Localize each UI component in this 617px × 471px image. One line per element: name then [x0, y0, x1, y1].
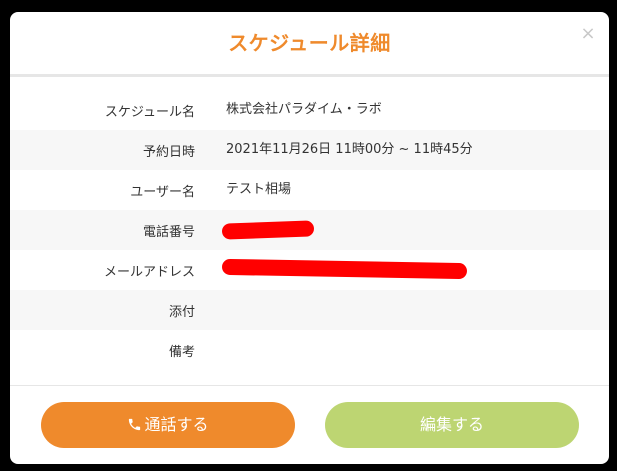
row-label: 予約日時 [142, 144, 195, 160]
row-label: 添付 [168, 304, 195, 320]
call-button-label: 通話する [144, 415, 209, 434]
row-value-email [221, 250, 609, 290]
row-label: メールアドレス [103, 264, 195, 280]
detail-row-schedule-name: スケジュール名 株式会社パラダイム・ラボ [10, 90, 609, 130]
edit-button-label: 編集する [419, 415, 484, 434]
row-label: ユーザー名 [130, 184, 195, 200]
detail-row-phone: 電話番号 [10, 210, 609, 250]
redaction-mark [221, 258, 468, 280]
row-value: 2021年11月26日 11時00分 ~ 11時45分 [226, 142, 473, 157]
row-label: スケジュール名 [104, 104, 195, 120]
footer-divider [10, 385, 609, 386]
phone-icon [129, 418, 141, 431]
detail-row-reservation-datetime: 予約日時 2021年11月26日 11時00分 ~ 11時45分 [10, 130, 609, 170]
row-value: 株式会社パラダイム・ラボ [226, 102, 382, 117]
row-label: 備考 [168, 344, 195, 360]
row-value: テスト相場 [226, 182, 292, 197]
call-button[interactable]: 通話する [41, 402, 295, 448]
detail-row-notes: 備考 [10, 330, 609, 370]
detail-row-user-name: ユーザー名 テスト相場 [10, 170, 609, 210]
modal-title: スケジュール詳細 [228, 31, 391, 55]
redaction-mark [221, 220, 315, 240]
row-label: 電話番号 [142, 224, 195, 240]
row-value [226, 330, 609, 370]
modal-header: スケジュール詳細 × [10, 12, 609, 77]
row-value-phone [221, 210, 609, 250]
detail-table: スケジュール名 株式会社パラダイム・ラボ 予約日時 2021年11月26日 11… [10, 90, 609, 370]
detail-row-attachment: 添付 [10, 290, 609, 330]
edit-button[interactable]: 編集する [325, 402, 579, 448]
detail-row-email: メールアドレス [10, 250, 609, 290]
schedule-detail-modal: スケジュール詳細 × スケジュール名 株式会社パラダイム・ラボ 予約日時 202… [10, 12, 609, 464]
row-value [226, 290, 609, 330]
close-icon[interactable]: × [580, 25, 596, 43]
